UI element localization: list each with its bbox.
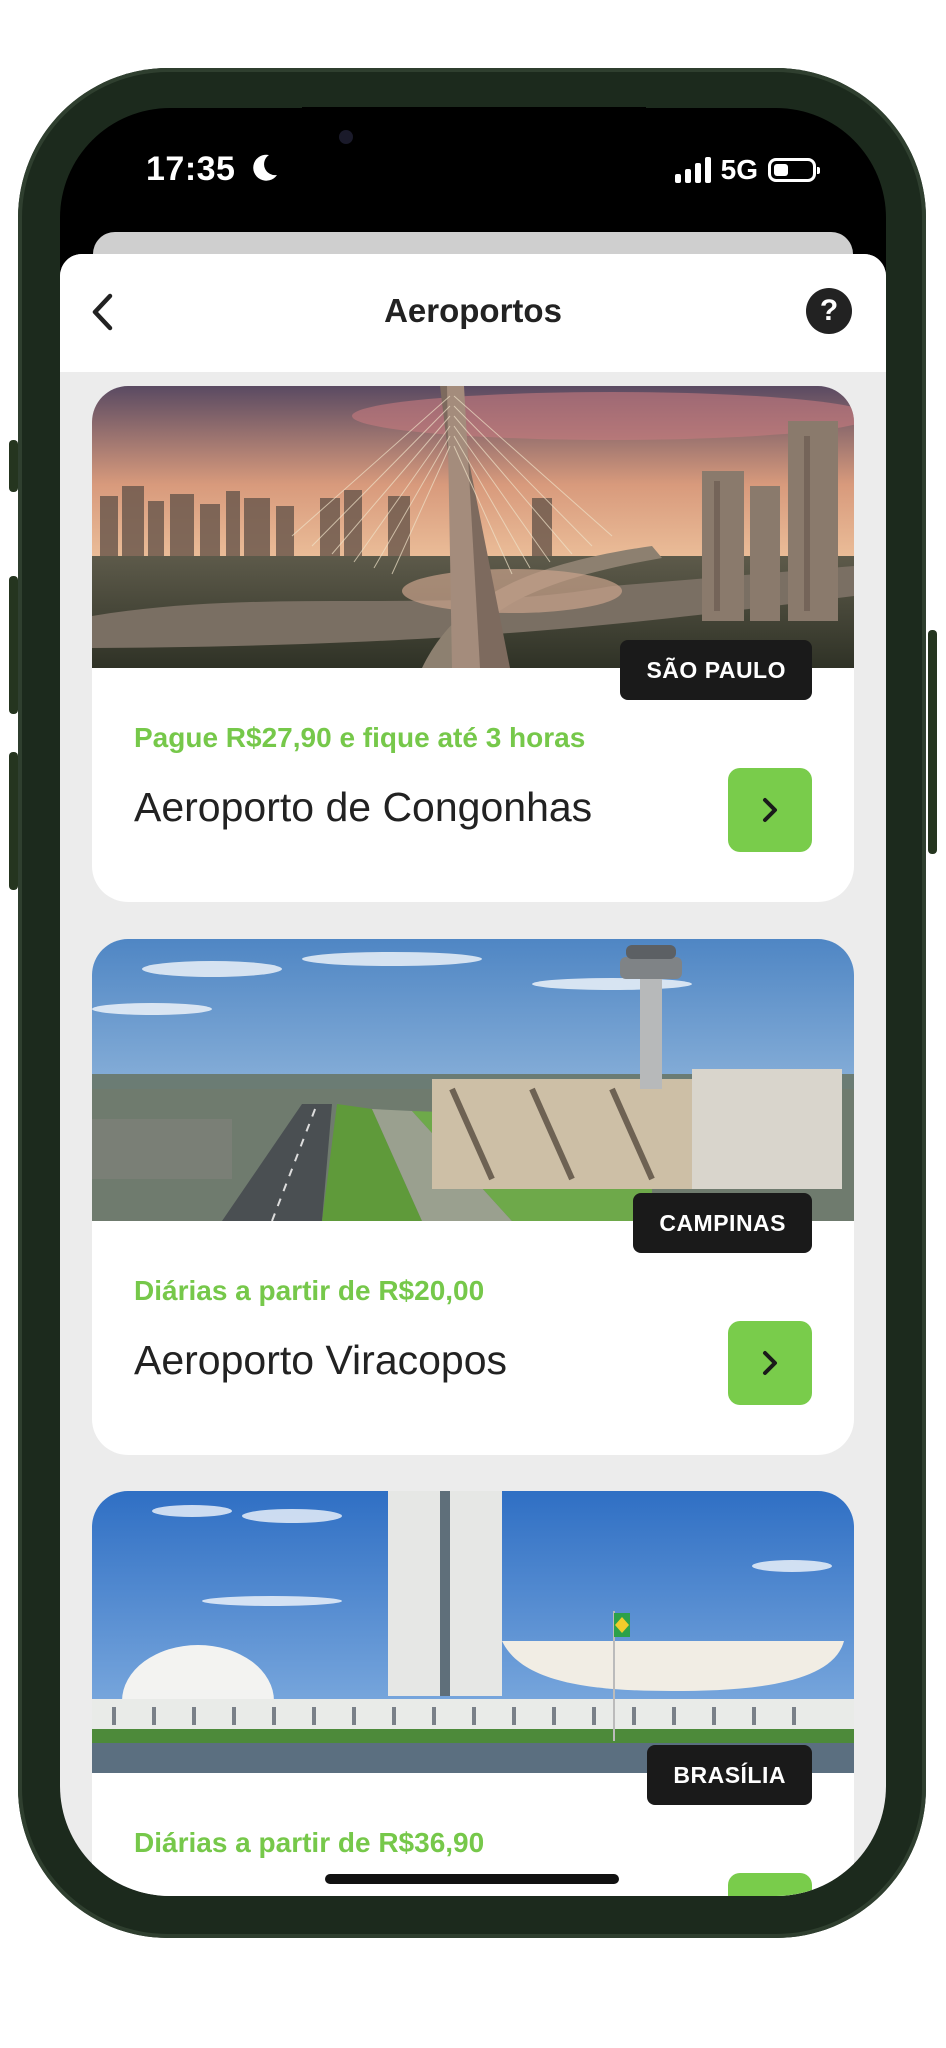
campinas-image [92,939,854,1221]
airport-card-congonhas[interactable]: SÃO PAULO Pague R$27,90 e fique até 3 ho… [92,386,854,902]
price-promo: Diárias a partir de R$20,00 [134,1275,485,1306]
power-button [928,630,937,854]
airport-card-viracopos[interactable]: CAMPINAS Diárias a partir de R$20,00 Aer… [92,939,854,1455]
chevron-right-icon [763,798,777,822]
brasilia-congress [92,1491,854,1773]
city-badge: CAMPINAS [633,1193,812,1253]
city-badge: SÃO PAULO [620,640,812,700]
help-button[interactable]: ? [806,288,852,334]
airport-card-brasilia[interactable]: BRASÍLIA Diárias a partir de R$36,90 [92,1491,854,1896]
question-icon: ? [819,294,839,327]
status-time: 17:35 [146,150,279,189]
status-indicators: 5G [674,154,820,186]
volume-down-button [9,752,18,890]
chevron-right-icon [763,1351,777,1375]
moon-icon [253,154,278,181]
mute-switch [9,440,18,492]
volume-up-button [9,576,18,714]
notch [302,107,646,179]
airports-sheet: Aeroportos ? SÃO PAULO Pague R$27,90 e f… [60,254,886,1896]
city-badge: BRASÍLIA [647,1745,812,1805]
viracopos-control-tower [92,939,854,1221]
sao-paulo-bridge-skyline [92,386,854,668]
price-promo: Pague R$27,90 e fique até 3 horas [134,722,586,753]
nav-bar: Aeroportos ? [60,254,886,372]
phone-screen: 17:35 5G Aeroportos ? SÃO PAULO Pague R$… [60,108,886,1896]
open-airport-button[interactable] [728,1321,812,1405]
price-promo: Diárias a partir de R$36,90 [134,1827,485,1858]
network-label: 5G [720,154,758,185]
camera-icon [339,130,353,144]
airport-name: Aeroporto Viracopos [134,1337,508,1383]
page-title: Aeroportos [384,292,562,329]
open-airport-button[interactable] [728,1873,812,1896]
signal-icon [674,157,711,183]
sao-paulo-image [92,386,854,668]
airport-name: Aeroporto de Congonhas [134,784,593,830]
battery-icon [768,158,820,182]
time-text: 17:35 [146,150,236,188]
open-airport-button[interactable] [728,768,812,852]
home-indicator[interactable] [325,1874,619,1884]
brasilia-image [92,1491,854,1773]
